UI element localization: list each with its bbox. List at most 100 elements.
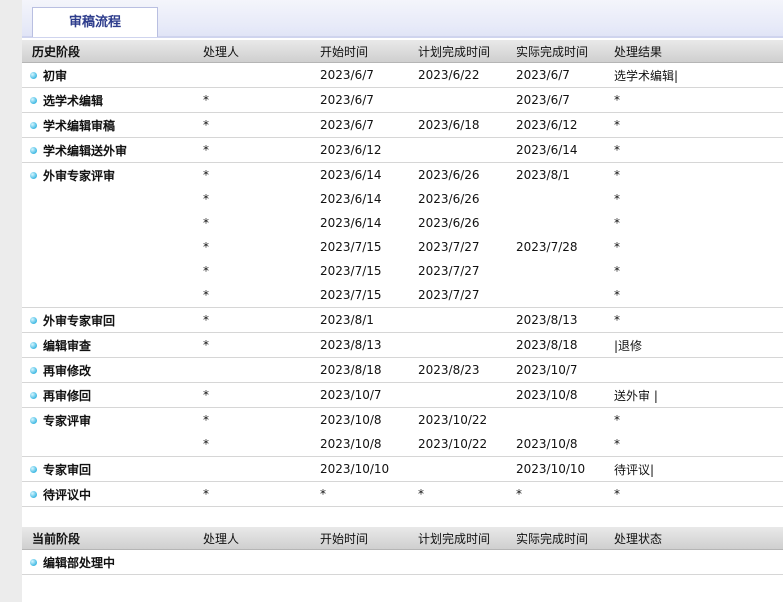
start-time-cell: 2023/7/15 — [320, 240, 382, 254]
start-time-cell: 2023/6/7 — [320, 62, 418, 88]
history-row: 选学术编辑 * 2023/6/7 2023/6/7 * — [22, 87, 783, 113]
stage-label: 再审修改 — [43, 363, 92, 378]
start-time-cell: 2023/6/14 — [320, 216, 382, 230]
handler-cell: * — [203, 87, 320, 113]
stage-cell: 专家审回 — [22, 456, 203, 482]
planned-time-cell — [418, 87, 516, 113]
result-cell: * — [614, 481, 783, 507]
handler-cell: * — [203, 137, 320, 163]
stage-cell: 学术编辑送外审 — [22, 137, 203, 163]
stage-bullet-icon — [30, 316, 37, 324]
stage-bullet-icon — [30, 121, 37, 129]
planned-time-cell — [418, 137, 516, 163]
start-time-cell: 2023/7/15 — [320, 264, 382, 278]
actual-time-cell: 2023/6/12 — [516, 112, 614, 138]
planned-time-cell: 2023/6/22 — [418, 62, 516, 88]
header-planned-time: 计划完成时间 — [418, 40, 516, 63]
result-cell — [614, 549, 783, 575]
header-history-stage: 历史阶段 — [22, 40, 203, 63]
stage-cell: 专家评审 — [22, 407, 203, 432]
result-cell: * — [614, 216, 620, 230]
result-cell: * — [614, 437, 620, 451]
current-header-row: 当前阶段 处理人 开始时间 计划完成时间 实际完成时间 处理状态 — [22, 527, 783, 550]
header-current-stage: 当前阶段 — [22, 527, 203, 550]
planned-time-cell: 2023/6/26 — [418, 216, 480, 230]
stage-bullet-icon — [30, 96, 37, 104]
header-start-time: 开始时间 — [320, 527, 418, 550]
actual-time-cell — [516, 211, 614, 235]
left-margin — [0, 0, 22, 602]
handler-cell: * — [203, 332, 320, 358]
tab-review-process[interactable]: 审稿流程 — [32, 7, 158, 37]
history-row: 专家审回 2023/10/10 2023/10/10 待评议| — [22, 456, 783, 482]
stage-cell: 外审专家评审 — [22, 162, 203, 187]
stage-label: 待评议中 — [43, 487, 92, 502]
stage-cell — [22, 432, 203, 457]
handler-cell — [203, 456, 320, 482]
result-cell: * — [614, 137, 783, 163]
stage-cell — [22, 283, 203, 308]
result-cell: * — [614, 288, 620, 302]
result-cell: * — [614, 162, 783, 187]
stage-label: 编辑部处理中 — [43, 555, 116, 570]
planned-time-cell — [418, 332, 516, 358]
history-row: * 2023/7/15 2023/7/27 * — [22, 259, 783, 283]
planned-time-cell — [418, 307, 516, 333]
result-cell: * — [614, 264, 620, 278]
history-row: 编辑审查 * 2023/8/13 2023/8/18 |退修 — [22, 332, 783, 358]
stage-cell: 待评议中 — [22, 481, 203, 507]
handler-cell: * — [203, 307, 320, 333]
actual-time-cell: 2023/6/7 — [516, 62, 614, 88]
result-cell: 待评议| — [614, 456, 783, 482]
stage-label: 外审专家审回 — [43, 313, 116, 328]
result-cell: * — [614, 407, 783, 432]
planned-time-cell: * — [418, 481, 516, 507]
actual-time-cell: 2023/10/7 — [516, 357, 614, 383]
header-start-time: 开始时间 — [320, 40, 418, 63]
history-row: 外审专家审回 * 2023/8/1 2023/8/13 * — [22, 307, 783, 333]
planned-time-cell: 2023/6/18 — [418, 112, 516, 138]
handler-cell — [203, 62, 320, 88]
actual-time-cell: * — [516, 481, 614, 507]
handler-cell: * — [203, 192, 209, 206]
start-time-cell: * — [320, 481, 418, 507]
planned-time-cell: 2023/8/23 — [418, 357, 516, 383]
stage-label: 学术编辑审稿 — [43, 118, 116, 133]
planned-time-cell: 2023/7/27 — [418, 240, 480, 254]
history-row: 待评议中 * * * * * — [22, 481, 783, 507]
start-time-cell: 2023/10/10 — [320, 456, 418, 482]
history-row: * 2023/6/14 2023/6/26 * — [22, 187, 783, 211]
actual-time-cell: 2023/6/14 — [516, 137, 614, 163]
planned-time-cell: 2023/10/22 — [418, 437, 488, 451]
handler-cell — [203, 549, 320, 575]
handler-cell: * — [203, 240, 209, 254]
result-cell: * — [614, 240, 620, 254]
history-row: * 2023/10/8 2023/10/22 2023/10/8 * — [22, 432, 783, 457]
history-row: 再审修回 * 2023/10/7 2023/10/8 送外审 | — [22, 382, 783, 408]
result-cell — [614, 357, 783, 383]
start-time-cell: 2023/10/7 — [320, 382, 418, 408]
actual-time-cell: 2023/6/7 — [516, 87, 614, 113]
start-time-cell: 2023/10/8 — [320, 437, 382, 451]
stage-cell: 学术编辑审稿 — [22, 112, 203, 138]
stage-bullet-icon — [30, 341, 37, 349]
start-time-cell: 2023/6/7 — [320, 112, 418, 138]
stage-cell — [22, 211, 203, 235]
actual-time-cell: 2023/10/8 — [516, 437, 578, 451]
actual-time-cell: 2023/8/1 — [516, 162, 614, 187]
start-time-cell: 2023/7/15 — [320, 288, 382, 302]
planned-time-cell: 2023/10/22 — [418, 407, 516, 432]
actual-time-cell — [516, 407, 614, 432]
actual-time-cell — [516, 259, 614, 283]
result-cell: * — [614, 192, 620, 206]
stage-bullet-icon — [30, 146, 37, 154]
stage-bullet-icon — [30, 465, 37, 473]
stage-cell: 再审修改 — [22, 357, 203, 383]
result-cell: * — [614, 87, 783, 113]
stage-label: 专家评审 — [43, 413, 92, 428]
stage-cell — [22, 235, 203, 259]
start-time-cell: 2023/6/14 — [320, 162, 418, 187]
handler-cell: * — [203, 437, 209, 451]
stage-bullet-icon — [30, 71, 37, 79]
stage-bullet-icon — [30, 171, 37, 179]
